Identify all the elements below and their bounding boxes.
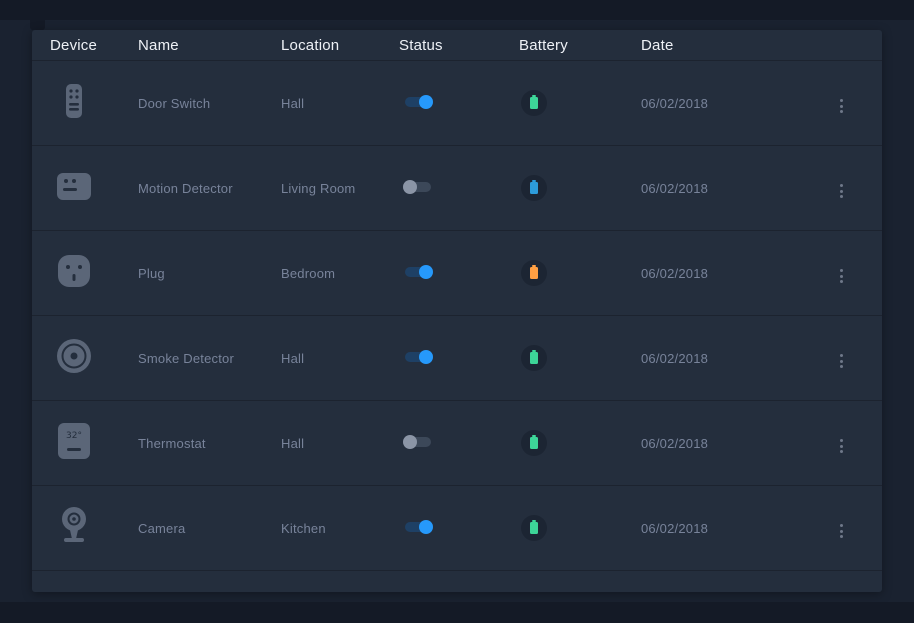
camera-icon	[52, 504, 96, 548]
table-row: 32° Thermostat Hall 06/02/2018	[32, 401, 882, 486]
status-cell	[399, 179, 519, 197]
status-toggle[interactable]	[405, 352, 431, 362]
device-name: Motion Detector	[138, 181, 281, 196]
battery-indicator	[521, 515, 547, 541]
status-toggle[interactable]	[405, 97, 431, 107]
battery-indicator	[521, 175, 547, 201]
row-menu-button[interactable]	[834, 95, 849, 117]
svg-text:32°: 32°	[66, 431, 82, 441]
battery-icon	[530, 352, 538, 364]
toggle-knob	[419, 265, 433, 279]
device-location: Hall	[281, 351, 399, 366]
status-cell	[399, 519, 519, 537]
column-header-date: Date	[641, 37, 826, 54]
battery-indicator	[521, 345, 547, 371]
device-cell	[50, 79, 138, 128]
row-menu-button[interactable]	[834, 520, 849, 542]
menu-cell	[826, 429, 882, 457]
device-cell	[50, 249, 138, 298]
battery-icon	[530, 182, 538, 194]
status-toggle[interactable]	[405, 182, 431, 192]
battery-cell	[519, 90, 641, 116]
thermostat-icon: 32°	[52, 419, 96, 463]
device-name: Camera	[138, 521, 281, 536]
column-header-location: Location	[281, 37, 399, 54]
menu-cell	[826, 259, 882, 287]
device-table-panel: Device Name Location Status Battery Date…	[32, 30, 882, 592]
battery-indicator	[521, 430, 547, 456]
device-location: Hall	[281, 436, 399, 451]
row-menu-button[interactable]	[834, 265, 849, 287]
toggle-knob	[419, 95, 433, 109]
column-header-battery: Battery	[519, 37, 641, 54]
battery-cell	[519, 345, 641, 371]
toggle-knob	[419, 520, 433, 534]
toggle-knob	[419, 350, 433, 364]
status-toggle[interactable]	[405, 522, 431, 532]
bottom-bar	[0, 602, 914, 623]
column-header-status: Status	[399, 37, 519, 54]
row-menu-button[interactable]	[834, 435, 849, 457]
device-date: 06/02/2018	[641, 96, 826, 111]
table-row: Smoke Detector Hall 06/02/2018	[32, 316, 882, 401]
battery-cell	[519, 260, 641, 286]
battery-icon	[530, 97, 538, 109]
device-name: Smoke Detector	[138, 351, 281, 366]
device-date: 06/02/2018	[641, 436, 826, 451]
battery-indicator	[521, 90, 547, 116]
device-location: Living Room	[281, 181, 399, 196]
device-date: 06/02/2018	[641, 351, 826, 366]
device-name: Door Switch	[138, 96, 281, 111]
device-cell	[50, 504, 138, 553]
status-toggle[interactable]	[405, 267, 431, 277]
status-cell	[399, 434, 519, 452]
device-name: Thermostat	[138, 436, 281, 451]
battery-icon	[530, 267, 538, 279]
device-cell	[50, 334, 138, 383]
column-header-device: Device	[50, 37, 138, 54]
device-location: Kitchen	[281, 521, 399, 536]
status-cell	[399, 264, 519, 282]
menu-cell	[826, 174, 882, 202]
table-row: Motion Detector Living Room 06/02/2018	[32, 146, 882, 231]
battery-cell	[519, 515, 641, 541]
table-header: Device Name Location Status Battery Date	[32, 30, 882, 61]
menu-cell	[826, 514, 882, 542]
toggle-knob	[403, 180, 417, 194]
row-menu-button[interactable]	[834, 180, 849, 202]
toggle-knob	[403, 435, 417, 449]
battery-cell	[519, 175, 641, 201]
device-date: 06/02/2018	[641, 266, 826, 281]
plug-icon	[52, 249, 96, 293]
status-cell	[399, 94, 519, 112]
top-notch	[30, 20, 45, 30]
status-toggle[interactable]	[405, 437, 431, 447]
motion-detector-icon	[52, 164, 96, 208]
device-name: Plug	[138, 266, 281, 281]
table-body: Door Switch Hall 06/02/2018 Motion Detec…	[32, 61, 882, 571]
device-date: 06/02/2018	[641, 181, 826, 196]
table-row: Door Switch Hall 06/02/2018	[32, 61, 882, 146]
smoke-detector-icon	[52, 334, 96, 378]
device-cell: 32°	[50, 419, 138, 468]
top-bar	[0, 0, 914, 20]
row-menu-button[interactable]	[834, 350, 849, 372]
battery-icon	[530, 437, 538, 449]
table-row: Plug Bedroom 06/02/2018	[32, 231, 882, 316]
battery-indicator	[521, 260, 547, 286]
device-cell	[50, 164, 138, 213]
battery-icon	[530, 522, 538, 534]
device-location: Hall	[281, 96, 399, 111]
battery-cell	[519, 430, 641, 456]
column-header-name: Name	[138, 37, 281, 54]
table-row: Camera Kitchen 06/02/2018	[32, 486, 882, 571]
device-location: Bedroom	[281, 266, 399, 281]
status-cell	[399, 349, 519, 367]
device-date: 06/02/2018	[641, 521, 826, 536]
remote-icon	[52, 79, 96, 123]
menu-cell	[826, 89, 882, 117]
menu-cell	[826, 344, 882, 372]
